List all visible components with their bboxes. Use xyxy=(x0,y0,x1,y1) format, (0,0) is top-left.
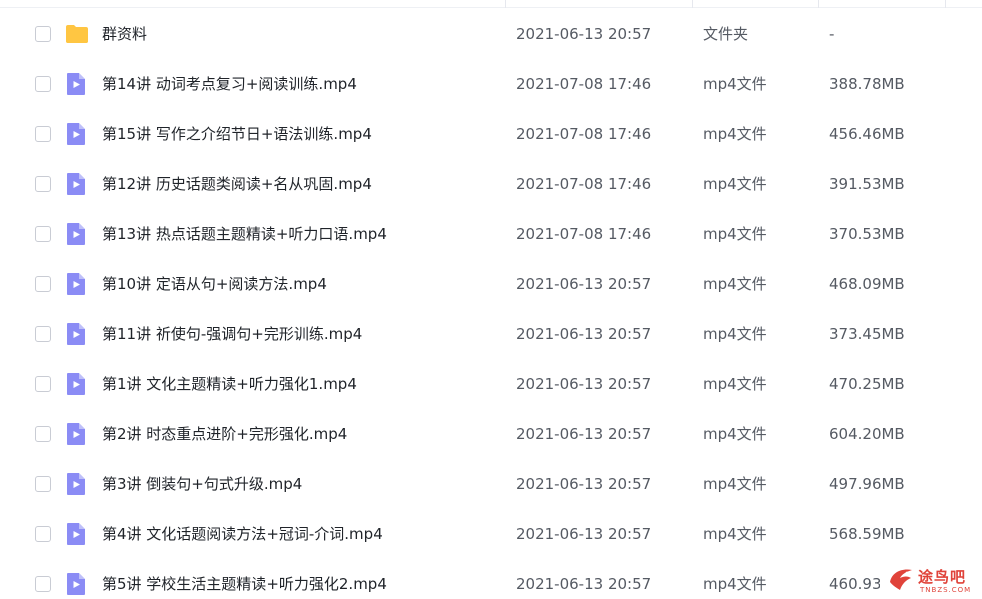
bird-logo-icon xyxy=(890,569,912,590)
file-name[interactable]: 第2讲 时态重点进阶+完形强化.mp4 xyxy=(102,409,347,459)
table-row[interactable]: 第10讲 定语从句+阅读方法.mp4 2021-06-13 20:57 mp4文件 4… xyxy=(0,259,982,309)
watermark-subtext: TNBZS.COM xyxy=(920,586,972,594)
file-type: 文件夹 xyxy=(703,25,749,43)
modified-date: 2021-06-13 20:57 xyxy=(516,275,652,293)
row-checkbox[interactable] xyxy=(35,426,51,442)
modified-date: 2021-06-13 20:57 xyxy=(516,325,652,343)
file-type: mp4文件 xyxy=(703,575,767,593)
file-type: mp4文件 xyxy=(703,125,767,143)
row-checkbox[interactable] xyxy=(35,76,51,92)
video-file-icon xyxy=(64,122,88,146)
video-file-icon xyxy=(64,372,88,396)
file-size: 468.09MB xyxy=(829,275,905,293)
file-type: mp4文件 xyxy=(703,225,767,243)
file-name[interactable]: 第10讲 定语从句+阅读方法.mp4 xyxy=(102,259,327,309)
file-size: 456.46MB xyxy=(829,125,905,143)
column-divider[interactable] xyxy=(692,0,693,8)
file-type: mp4文件 xyxy=(703,475,767,493)
video-file-icon xyxy=(64,222,88,246)
file-name[interactable]: 第3讲 倒装句+句式升级.mp4 xyxy=(102,459,302,509)
table-row[interactable]: 第3讲 倒装句+句式升级.mp4 2021-06-13 20:57 mp4文件 497… xyxy=(0,459,982,509)
file-size: 460.93 xyxy=(829,575,882,593)
file-type: mp4文件 xyxy=(703,375,767,393)
file-name[interactable]: 第12讲 历史话题类阅读+名从巩固.mp4 xyxy=(102,159,372,209)
file-name[interactable]: 第14讲 动词考点复习+阅读训练.mp4 xyxy=(102,59,357,109)
video-file-icon xyxy=(64,72,88,96)
modified-date: 2021-06-13 20:57 xyxy=(516,375,652,393)
file-size: 373.45MB xyxy=(829,325,905,343)
file-type: mp4文件 xyxy=(703,325,767,343)
file-size: 388.78MB xyxy=(829,75,905,93)
file-size: 470.25MB xyxy=(829,375,905,393)
file-name[interactable]: 群资料 xyxy=(102,9,147,59)
file-size: 497.96MB xyxy=(829,475,905,493)
modified-date: 2021-07-08 17:46 xyxy=(516,175,652,193)
modified-date: 2021-07-08 17:46 xyxy=(516,225,652,243)
file-name[interactable]: 第5讲 学校生活主题精读+听力强化2.mp4 xyxy=(102,559,387,599)
row-checkbox[interactable] xyxy=(35,126,51,142)
row-checkbox[interactable] xyxy=(35,476,51,492)
modified-date: 2021-06-13 20:57 xyxy=(516,25,652,43)
file-name[interactable]: 第1讲 文化主题精读+听力强化1.mp4 xyxy=(102,359,357,409)
table-row[interactable]: 第13讲 热点话题主题精读+听力口语.mp4 2021-07-08 17:46 mp… xyxy=(0,209,982,259)
row-checkbox[interactable] xyxy=(35,526,51,542)
folder-icon xyxy=(64,22,88,46)
file-type: mp4文件 xyxy=(703,425,767,443)
column-divider[interactable] xyxy=(818,0,819,8)
video-file-icon xyxy=(64,472,88,496)
video-file-icon xyxy=(64,422,88,446)
column-header-strip xyxy=(0,0,982,8)
modified-date: 2021-06-13 20:57 xyxy=(516,475,652,493)
modified-date: 2021-07-08 17:46 xyxy=(516,75,652,93)
file-name[interactable]: 第11讲 祈使句-强调句+完形训练.mp4 xyxy=(102,309,362,359)
table-row[interactable]: 第11讲 祈使句-强调句+完形训练.mp4 2021-06-13 20:57 mp4… xyxy=(0,309,982,359)
row-checkbox[interactable] xyxy=(35,326,51,342)
file-size: 370.53MB xyxy=(829,225,905,243)
table-row[interactable]: 第12讲 历史话题类阅读+名从巩固.mp4 2021-07-08 17:46 mp4… xyxy=(0,159,982,209)
file-name[interactable]: 第15讲 写作之介绍节日+语法训练.mp4 xyxy=(102,109,372,159)
column-divider[interactable] xyxy=(505,0,506,8)
table-row[interactable]: 第4讲 文化话题阅读方法+冠词-介词.mp4 2021-06-13 20:57 mp… xyxy=(0,509,982,559)
video-file-icon xyxy=(64,572,88,596)
table-row[interactable]: 第15讲 写作之介绍节日+语法训练.mp4 2021-07-08 17:46 mp4… xyxy=(0,109,982,159)
row-checkbox[interactable] xyxy=(35,576,51,592)
file-name[interactable]: 第13讲 热点话题主题精读+听力口语.mp4 xyxy=(102,209,387,259)
row-checkbox[interactable] xyxy=(35,176,51,192)
column-divider[interactable] xyxy=(945,0,946,8)
file-size: 604.20MB xyxy=(829,425,905,443)
file-type: mp4文件 xyxy=(703,275,767,293)
file-list: 群资料 2021-06-13 20:57 文件夹 - 第14讲 动词考点复习+阅读训练.… xyxy=(0,0,982,599)
video-file-icon xyxy=(64,272,88,296)
file-type: mp4文件 xyxy=(703,175,767,193)
file-type: mp4文件 xyxy=(703,525,767,543)
table-row[interactable]: 第2讲 时态重点进阶+完形强化.mp4 2021-06-13 20:57 mp4文件… xyxy=(0,409,982,459)
video-file-icon xyxy=(64,522,88,546)
row-checkbox[interactable] xyxy=(35,26,51,42)
file-type: mp4文件 xyxy=(703,75,767,93)
row-checkbox[interactable] xyxy=(35,276,51,292)
modified-date: 2021-06-13 20:57 xyxy=(516,525,652,543)
file-size: 391.53MB xyxy=(829,175,905,193)
file-size: 568.59MB xyxy=(829,525,905,543)
modified-date: 2021-06-13 20:57 xyxy=(516,575,652,593)
row-checkbox[interactable] xyxy=(35,226,51,242)
video-file-icon xyxy=(64,322,88,346)
table-row[interactable]: 第14讲 动词考点复习+阅读训练.mp4 2021-07-08 17:46 mp4文… xyxy=(0,59,982,109)
watermark-text: 途鸟吧 xyxy=(918,568,967,586)
modified-date: 2021-06-13 20:57 xyxy=(516,425,652,443)
watermark: 途鸟吧 TNBZS.COM xyxy=(880,560,982,599)
video-file-icon xyxy=(64,172,88,196)
table-row[interactable]: 第1讲 文化主题精读+听力强化1.mp4 2021-06-13 20:57 mp4文… xyxy=(0,359,982,409)
table-row[interactable]: 群资料 2021-06-13 20:57 文件夹 - xyxy=(0,9,982,59)
modified-date: 2021-07-08 17:46 xyxy=(516,125,652,143)
file-name[interactable]: 第4讲 文化话题阅读方法+冠词-介词.mp4 xyxy=(102,509,383,559)
file-size: - xyxy=(829,25,835,43)
table-row[interactable]: 第5讲 学校生活主题精读+听力强化2.mp4 2021-06-13 20:57 mp… xyxy=(0,559,982,599)
row-checkbox[interactable] xyxy=(35,376,51,392)
